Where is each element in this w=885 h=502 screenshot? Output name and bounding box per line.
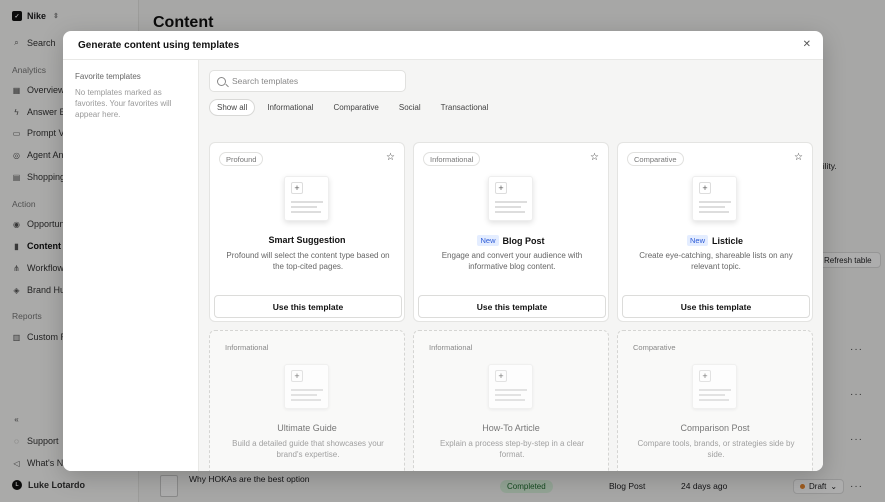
template-card-how-to-article[interactable]: Informational + How-To Article Explain a…	[413, 330, 609, 471]
template-card-comparison-post[interactable]: Comparative + Comparison Post Compare to…	[617, 330, 813, 471]
card-title: Blog Post	[502, 235, 545, 246]
search-icon	[217, 76, 226, 86]
template-thumbnail: +	[284, 176, 329, 221]
search-input[interactable]	[232, 76, 392, 86]
filter-show-all[interactable]: Show all	[209, 99, 256, 116]
star-icon[interactable]: ☆	[590, 152, 599, 163]
plus-icon: +	[495, 182, 507, 194]
template-card-ultimate-guide[interactable]: Informational + Ultimate Guide Build a d…	[209, 330, 405, 471]
filter-social[interactable]: Social	[391, 99, 429, 116]
card-title-wrap: Comparison Post	[618, 423, 812, 433]
category-tag: Profound	[219, 152, 264, 166]
card-description: Compare tools, brands, or strategies sid…	[637, 439, 795, 459]
template-card-smart-suggestion[interactable]: Profound ☆ + Smart Suggestion Profound w…	[209, 142, 405, 322]
category-tag: Informational	[225, 342, 269, 352]
template-thumbnail: +	[488, 176, 533, 221]
card-title-wrap: New Blog Post	[414, 235, 608, 246]
card-description: Engage and convert your audience with in…	[441, 251, 583, 271]
card-title: Comparison Post	[680, 423, 750, 433]
card-description: Explain a process step-by-step in a clea…	[439, 439, 585, 459]
template-search[interactable]	[209, 70, 406, 92]
close-icon[interactable]: ✕	[803, 39, 811, 50]
plus-icon: +	[291, 182, 303, 194]
use-template-button[interactable]: Use this template	[418, 295, 606, 318]
category-tag: Comparative	[627, 152, 684, 166]
card-title-wrap: Smart Suggestion	[210, 235, 404, 245]
card-title-wrap: Ultimate Guide	[210, 423, 404, 433]
modal-title: Generate content using templates	[78, 40, 240, 51]
template-card-listicle[interactable]: Comparative ☆ + New Listicle Create eye-c…	[617, 142, 813, 322]
modal-header: Generate content using templates ✕	[63, 31, 823, 60]
card-title-wrap: How-To Article	[414, 423, 608, 433]
template-thumbnail: +	[692, 364, 737, 409]
card-description: Profound will select the content type ba…	[226, 251, 390, 271]
card-title-wrap: New Listicle	[618, 235, 812, 246]
card-description: Create eye-catching, shareable lists on …	[639, 251, 793, 271]
template-thumbnail: +	[284, 364, 329, 409]
card-title: How-To Article	[482, 423, 540, 433]
plus-icon: +	[699, 370, 711, 382]
favorites-pane: Favorite templates No templates marked a…	[63, 60, 199, 471]
category-tag: Informational	[429, 342, 473, 352]
favorites-title: Favorite templates	[75, 72, 141, 81]
use-template-button[interactable]: Use this template	[214, 295, 402, 318]
category-tag: Informational	[423, 152, 481, 166]
plus-icon: +	[495, 370, 507, 382]
plus-icon: +	[291, 370, 303, 382]
card-title: Ultimate Guide	[277, 423, 337, 433]
templates-modal: Generate content using templates ✕ Favor…	[63, 31, 823, 471]
use-template-button[interactable]: Use this template	[622, 295, 810, 318]
card-title: Smart Suggestion	[268, 235, 346, 245]
filter-transactional[interactable]: Transactional	[433, 99, 497, 116]
star-icon[interactable]: ☆	[794, 152, 803, 163]
star-icon[interactable]: ☆	[386, 152, 395, 163]
filter-comparative[interactable]: Comparative	[326, 99, 387, 116]
new-badge: New	[686, 235, 708, 246]
favorites-empty-text: No templates marked as favorites. Your f…	[75, 88, 172, 119]
card-title: Listicle	[712, 235, 744, 246]
templates-pane: Show all Informational Comparative Socia…	[199, 60, 823, 471]
template-card-blog-post[interactable]: Informational ☆ + New Blog Post Engage an…	[413, 142, 609, 322]
template-thumbnail: +	[488, 364, 533, 409]
plus-icon: +	[699, 182, 711, 194]
category-tag: Comparative	[633, 342, 676, 352]
template-thumbnail: +	[692, 176, 737, 221]
new-badge: New	[477, 235, 499, 246]
filter-informational[interactable]: Informational	[259, 99, 321, 116]
card-description: Build a detailed guide that showcases yo…	[232, 439, 384, 459]
filter-tabs: Show all Informational Comparative Socia…	[209, 99, 496, 116]
